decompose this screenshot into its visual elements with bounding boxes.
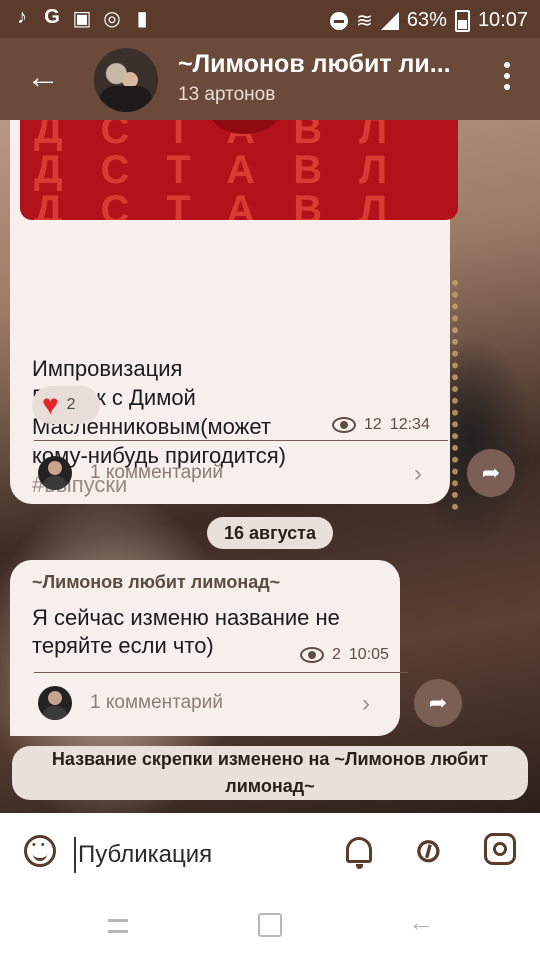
system-icons: ≋ 63% 10:07	[330, 8, 528, 33]
view-count: 2	[332, 646, 341, 663]
avatar	[38, 456, 72, 490]
post-text: Я сейчас изменю название не теряйте если…	[32, 605, 340, 658]
chat-header: ← ~Лимонов любит ли... 13 артонов	[0, 38, 540, 120]
heart-reaction[interactable]: ♥ 2	[32, 386, 100, 424]
comments-row[interactable]: 1 комментарий	[38, 456, 223, 490]
comments-count: 1 комментарий	[90, 692, 223, 713]
battery-percent: 63%	[406, 9, 447, 31]
tiktok-icon: ♪	[17, 6, 27, 28]
recent-apps-icon[interactable]	[106, 915, 130, 937]
comments-count: 1 комментарий	[90, 462, 223, 483]
bell-icon[interactable]	[346, 837, 372, 869]
service-message: Название скрепки изменено на ~Лимонов лю…	[12, 746, 528, 800]
wifi-icon: ≋	[356, 10, 373, 32]
message-input[interactable]	[74, 837, 330, 873]
nav-back-icon[interactable]: ←	[408, 907, 434, 938]
post-time: 12:34	[389, 416, 430, 433]
clipboard-icon: ▮	[136, 8, 148, 30]
home-icon[interactable]	[258, 913, 282, 937]
post-author[interactable]: ~Лимонов любит лимонад~	[32, 572, 280, 593]
divider	[34, 672, 408, 673]
chevron-right-icon: ›	[362, 690, 370, 717]
back-icon[interactable]: ←	[26, 60, 60, 94]
divider	[34, 440, 448, 441]
battery-icon	[454, 9, 470, 32]
view-count: 12	[364, 416, 382, 433]
notification-icons: ♪ G ▣ ◎ ▮	[12, 6, 152, 31]
comments-row[interactable]: 1 комментарий	[38, 686, 223, 720]
eye-icon	[300, 647, 324, 663]
share-icon: ➦	[428, 690, 448, 715]
share-button[interactable]: ➦	[467, 449, 515, 497]
eye-icon	[332, 417, 356, 433]
do-not-disturb-icon	[330, 11, 349, 30]
post-image[interactable]: ДСТАВЛ ДСТАВЛ ДСТАВЛ	[20, 120, 458, 220]
signal-icon	[380, 11, 399, 30]
system-nav-bar: ←	[0, 895, 540, 960]
reaction-count: 2	[66, 396, 76, 413]
post-meta: 2 10:05	[300, 646, 389, 664]
post-bubble[interactable]: ДСТАВЛ ДСТАВЛ ДСТАВЛ Импровизация Выпуск…	[10, 120, 458, 504]
share-button[interactable]: ➦	[414, 679, 462, 727]
post-meta: 12 12:34	[332, 416, 430, 434]
channel-title[interactable]: ~Лимонов любит ли...	[178, 50, 468, 79]
channel-avatar[interactable]	[94, 48, 158, 112]
heart-icon: ♥	[42, 389, 59, 420]
share-icon: ➦	[481, 460, 501, 485]
member-count: 13 артонов	[178, 84, 276, 105]
smile-icon[interactable]	[24, 835, 56, 867]
gallery-icon: ▣	[72, 8, 92, 30]
paperclip-icon[interactable]: ⊘	[406, 827, 451, 876]
post-bubble[interactable]: ~Лимонов любит лимонад~ Я сейчас изменю …	[10, 560, 408, 736]
post-time: 10:05	[348, 646, 389, 663]
instagram-icon[interactable]	[484, 833, 516, 865]
more-vertical-icon[interactable]	[504, 62, 510, 90]
avatar	[38, 686, 72, 720]
google-icon: G	[44, 6, 60, 28]
clock: 10:07	[477, 9, 528, 31]
chevron-right-icon: ›	[414, 460, 422, 487]
status-bar: ♪ G ▣ ◎ ▮ ≋ 63% 10:07	[0, 0, 540, 38]
message-composer: ⊘	[0, 813, 540, 895]
camera-icon: ◎	[103, 8, 121, 30]
date-divider: 16 августа	[207, 517, 333, 549]
